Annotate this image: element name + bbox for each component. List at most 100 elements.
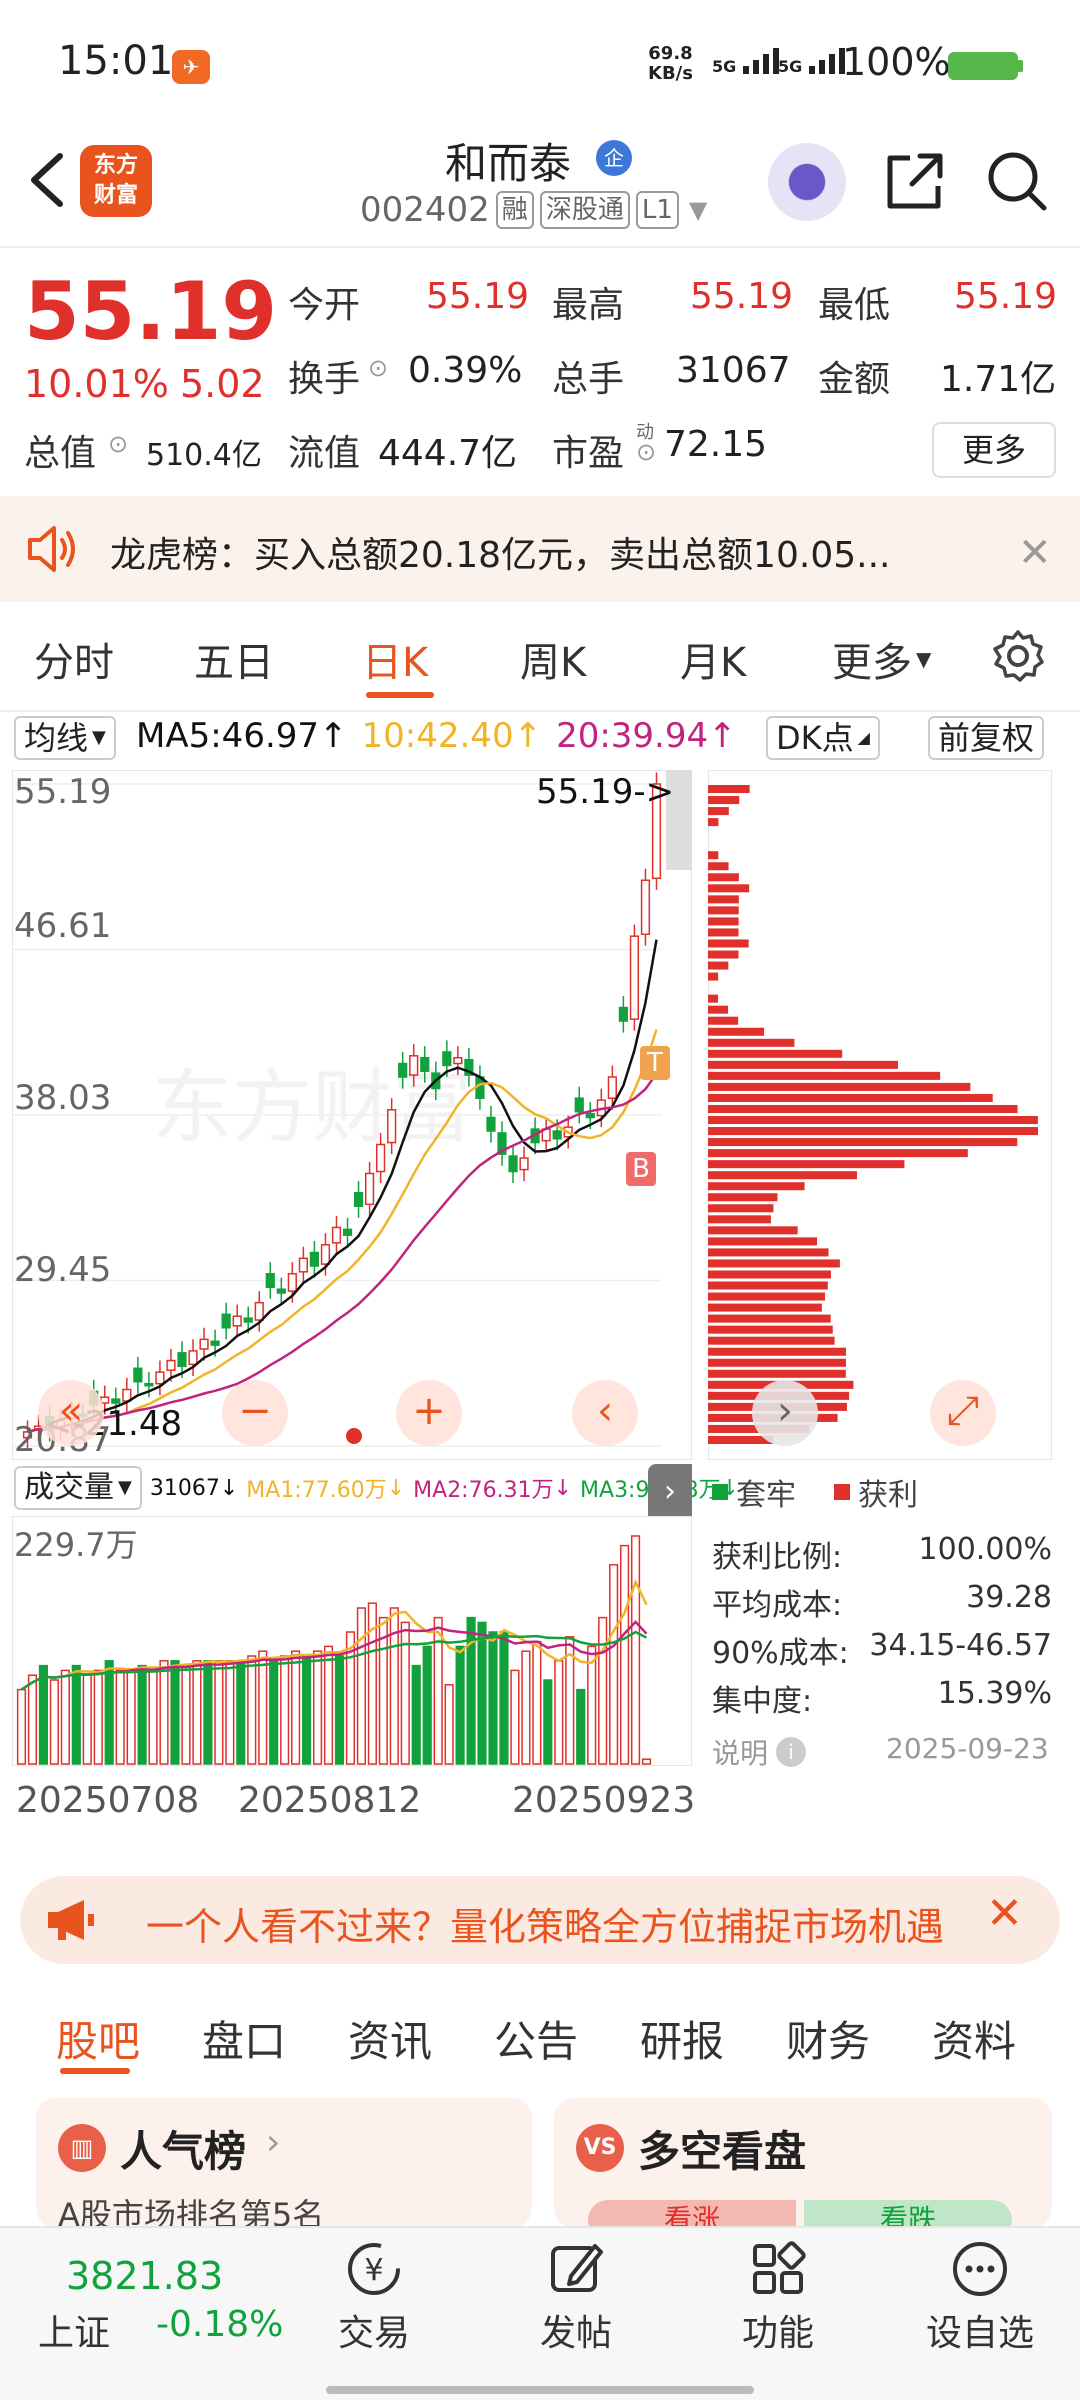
quote-value-float: 444.7亿 bbox=[378, 433, 518, 474]
tab-more[interactable]: 更多 ▼ bbox=[832, 630, 931, 688]
chip-bar bbox=[708, 1215, 771, 1224]
chip-note[interactable]: 说明 i bbox=[712, 1732, 807, 1772]
quote-value-pe: 72.15 bbox=[664, 424, 768, 465]
close-icon[interactable]: ✕ bbox=[1018, 530, 1052, 576]
tab-profile[interactable]: 资料 bbox=[932, 2008, 1016, 2069]
more-quote-button[interactable]: 更多 bbox=[932, 422, 1056, 478]
nav-functions[interactable]: 功能 bbox=[698, 2238, 858, 2356]
ma10-value: 10:42.40 bbox=[361, 716, 514, 756]
index-value[interactable]: 3821.83 bbox=[66, 2254, 223, 2298]
info-icon[interactable]: ⊙ bbox=[636, 438, 656, 466]
chevron-right-icon: › bbox=[266, 2122, 281, 2163]
bull-bear-card[interactable]: VS 多空看盘 看涨 看跌 bbox=[554, 2098, 1052, 2240]
page-dot bbox=[346, 1428, 362, 1444]
volume-bar bbox=[126, 1669, 136, 1765]
tab-announcements[interactable]: 公告 bbox=[494, 2008, 578, 2069]
expand-chevron-icon[interactable]: › bbox=[648, 1464, 692, 1522]
tab-news[interactable]: 资讯 bbox=[348, 2008, 432, 2069]
volume-bar bbox=[433, 1616, 443, 1765]
candle bbox=[331, 1226, 342, 1244]
rewind-icon[interactable]: « bbox=[38, 1380, 104, 1446]
signal-icon-2: 5G bbox=[778, 44, 851, 76]
scroll-right-icon[interactable]: › bbox=[752, 1380, 818, 1446]
tab-day-k[interactable]: 日K bbox=[362, 630, 428, 688]
candle bbox=[199, 1338, 209, 1350]
chip-bar bbox=[708, 1127, 1038, 1136]
info-icon: i bbox=[776, 1737, 807, 1767]
volume-bar bbox=[609, 1564, 619, 1765]
tab-order-book[interactable]: 盘口 bbox=[202, 2008, 286, 2069]
index-name[interactable]: 上证 bbox=[38, 2304, 110, 2356]
candle bbox=[552, 1130, 562, 1140]
index-change[interactable]: -0.18% bbox=[156, 2304, 283, 2345]
scroll-left-icon[interactable]: ‹ bbox=[572, 1380, 638, 1446]
nav-label: 设自选 bbox=[925, 2313, 1034, 2354]
chip-bar bbox=[708, 1071, 941, 1080]
tag-level: L1 bbox=[635, 191, 679, 229]
chip-bar bbox=[708, 873, 739, 882]
close-icon[interactable]: ✕ bbox=[986, 1888, 1023, 1939]
zoom-in-icon[interactable]: + bbox=[396, 1380, 462, 1446]
chip-bar bbox=[708, 818, 719, 827]
candle bbox=[607, 1076, 617, 1099]
tab-forum[interactable]: 股吧 bbox=[56, 2008, 140, 2069]
chip-bar bbox=[708, 1248, 829, 1257]
quote-label-float: 流值 bbox=[288, 433, 361, 474]
nav-trade[interactable]: ¥ 交易 bbox=[294, 2238, 454, 2356]
app-logo[interactable]: 东方 财富 bbox=[80, 145, 152, 217]
dropdown-triangle-icon: ▼ bbox=[118, 1477, 132, 1498]
search-icon[interactable] bbox=[984, 148, 1050, 214]
dropdown-triangle-icon: ▼ bbox=[688, 196, 708, 224]
price-adjust-button[interactable]: 前复权 bbox=[928, 716, 1045, 760]
tab-month-k[interactable]: 月K bbox=[680, 630, 746, 688]
popularity-card[interactable]: ▥ 人气榜 › A股市场排名第5名 bbox=[36, 2098, 532, 2234]
chip-bar bbox=[708, 950, 739, 959]
chip-distribution-chart[interactable] bbox=[707, 769, 1053, 1461]
expand-icon[interactable]: ⤢ bbox=[930, 1380, 996, 1446]
stock-name: 和而泰 bbox=[445, 139, 572, 188]
trade-marker-t[interactable]: T bbox=[640, 1046, 670, 1080]
ai-assistant-icon[interactable] bbox=[768, 143, 846, 221]
stat-label: 获利比例: bbox=[712, 1540, 843, 1575]
nav-add-watchlist[interactable]: 设自选 bbox=[900, 2238, 1060, 2356]
info-icon[interactable]: ⊙ bbox=[368, 354, 388, 382]
volume-bar bbox=[312, 1650, 323, 1765]
vol-ma2: MA2:76.31万 bbox=[413, 1478, 554, 1503]
candle bbox=[133, 1367, 143, 1383]
dk-point-button[interactable]: DK点 ◢ bbox=[766, 716, 880, 760]
volume-selector[interactable]: 成交量 ▼ bbox=[14, 1466, 142, 1510]
kline-chart[interactable]: 东方财富 bbox=[11, 769, 693, 1461]
stock-code-row[interactable]: 002402 融 深股通 L1 ▼ bbox=[360, 190, 707, 230]
nav-post[interactable]: 发帖 bbox=[496, 2238, 656, 2356]
back-chevron-icon[interactable] bbox=[22, 150, 72, 210]
volume-bar bbox=[137, 1664, 147, 1765]
trade-marker-b[interactable]: B bbox=[626, 1152, 656, 1186]
tab-five-day[interactable]: 五日 bbox=[194, 630, 274, 688]
tab-week-k[interactable]: 周K bbox=[520, 630, 586, 688]
y-axis-label: 38.03 bbox=[14, 1078, 112, 1118]
candle bbox=[442, 1051, 452, 1067]
legend-swatch-red bbox=[834, 1484, 850, 1500]
share-icon[interactable] bbox=[882, 148, 948, 214]
grid-icon bbox=[698, 2238, 858, 2304]
nav-label: 功能 bbox=[741, 2313, 814, 2354]
chip-chart-frame bbox=[707, 769, 1053, 1461]
chip-bar bbox=[708, 1237, 818, 1246]
settings-gear-icon[interactable] bbox=[990, 628, 1046, 688]
volume-bar bbox=[192, 1660, 202, 1765]
date-label: 20250812 bbox=[238, 1780, 422, 1821]
tab-research[interactable]: 研报 bbox=[640, 2008, 724, 2069]
chip-bar bbox=[708, 884, 750, 893]
candle bbox=[364, 1172, 375, 1206]
zoom-out-icon[interactable]: − bbox=[222, 1380, 288, 1446]
chip-bar bbox=[708, 961, 729, 970]
last-price-marker: 55.19-> bbox=[536, 772, 675, 812]
tab-finance[interactable]: 财务 bbox=[786, 2008, 870, 2069]
info-icon[interactable]: ⊙ bbox=[108, 430, 128, 458]
candle bbox=[144, 1382, 154, 1387]
up-arrow-icon: ↑ bbox=[513, 716, 543, 756]
tab-intraday[interactable]: 分时 bbox=[34, 630, 114, 688]
ma-selector-label: 均线 bbox=[24, 719, 89, 757]
divider bbox=[0, 246, 1080, 248]
ma-selector[interactable]: 均线 ▼ bbox=[14, 716, 116, 760]
